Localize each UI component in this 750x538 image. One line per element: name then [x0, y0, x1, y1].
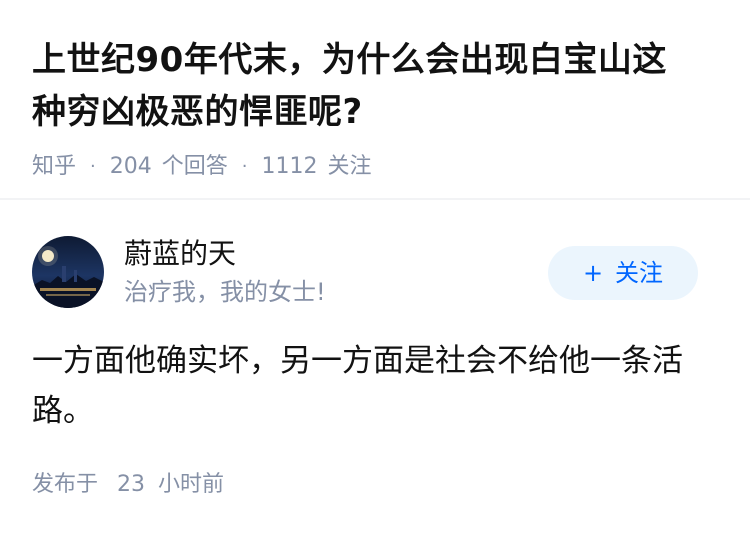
question-title-line-1[interactable]: 上世纪90年代末，为什么会出现白宝山这 — [32, 40, 667, 80]
author-bio: 治疗我，我的女士! — [124, 278, 326, 306]
question-meta: 知乎 · 204 个回答 · 1112 关注 — [32, 152, 712, 182]
section-divider — [0, 198, 750, 200]
follower-count-label: 关注 — [327, 154, 372, 179]
plus-icon: + — [582, 259, 604, 287]
follower-count: 1112 — [261, 154, 318, 179]
author-name[interactable]: 蔚蓝的天 — [124, 236, 236, 272]
separator-dot: · — [241, 156, 248, 177]
post-time-unit: 小时前 — [158, 472, 225, 497]
question-title-line-2[interactable]: 种穷凶极恶的悍匪呢? — [32, 92, 363, 132]
avatar-night-scene-icon — [32, 236, 104, 308]
avatar[interactable] — [32, 236, 104, 308]
follow-button-label: 关注 — [615, 259, 664, 287]
answer-line-2: 路。 — [32, 393, 94, 429]
answer-content[interactable]: 一方面他确实坏，另一方面是社会不给他一条活 路。 — [32, 336, 718, 436]
answer-line-1: 一方面他确实坏，另一方面是社会不给他一条活 — [32, 343, 683, 379]
answer-count-label: 个回答 — [161, 154, 228, 179]
answer-count: 204 — [109, 154, 152, 179]
question-header: 上世纪90年代末，为什么会出现白宝山这 种穷凶极恶的悍匪呢? 知乎 · 204 … — [32, 34, 712, 182]
answer-card: 上世纪90年代末，为什么会出现白宝山这 种穷凶极恶的悍匪呢? 知乎 · 204 … — [0, 0, 750, 538]
post-time: 发布于 23 小时前 — [32, 470, 224, 500]
post-time-label: 发布于 — [32, 472, 99, 497]
source-label: 知乎 — [32, 154, 77, 179]
separator-dot: · — [90, 156, 96, 177]
post-time-value: 23 — [117, 472, 146, 497]
follow-button[interactable]: + 关注 — [548, 246, 698, 300]
question-title[interactable]: 上世纪90年代末，为什么会出现白宝山这 种穷凶极恶的悍匪呢? — [32, 34, 712, 138]
author-row: 蔚蓝的天 治疗我，我的女士! + 关注 — [32, 236, 718, 308]
